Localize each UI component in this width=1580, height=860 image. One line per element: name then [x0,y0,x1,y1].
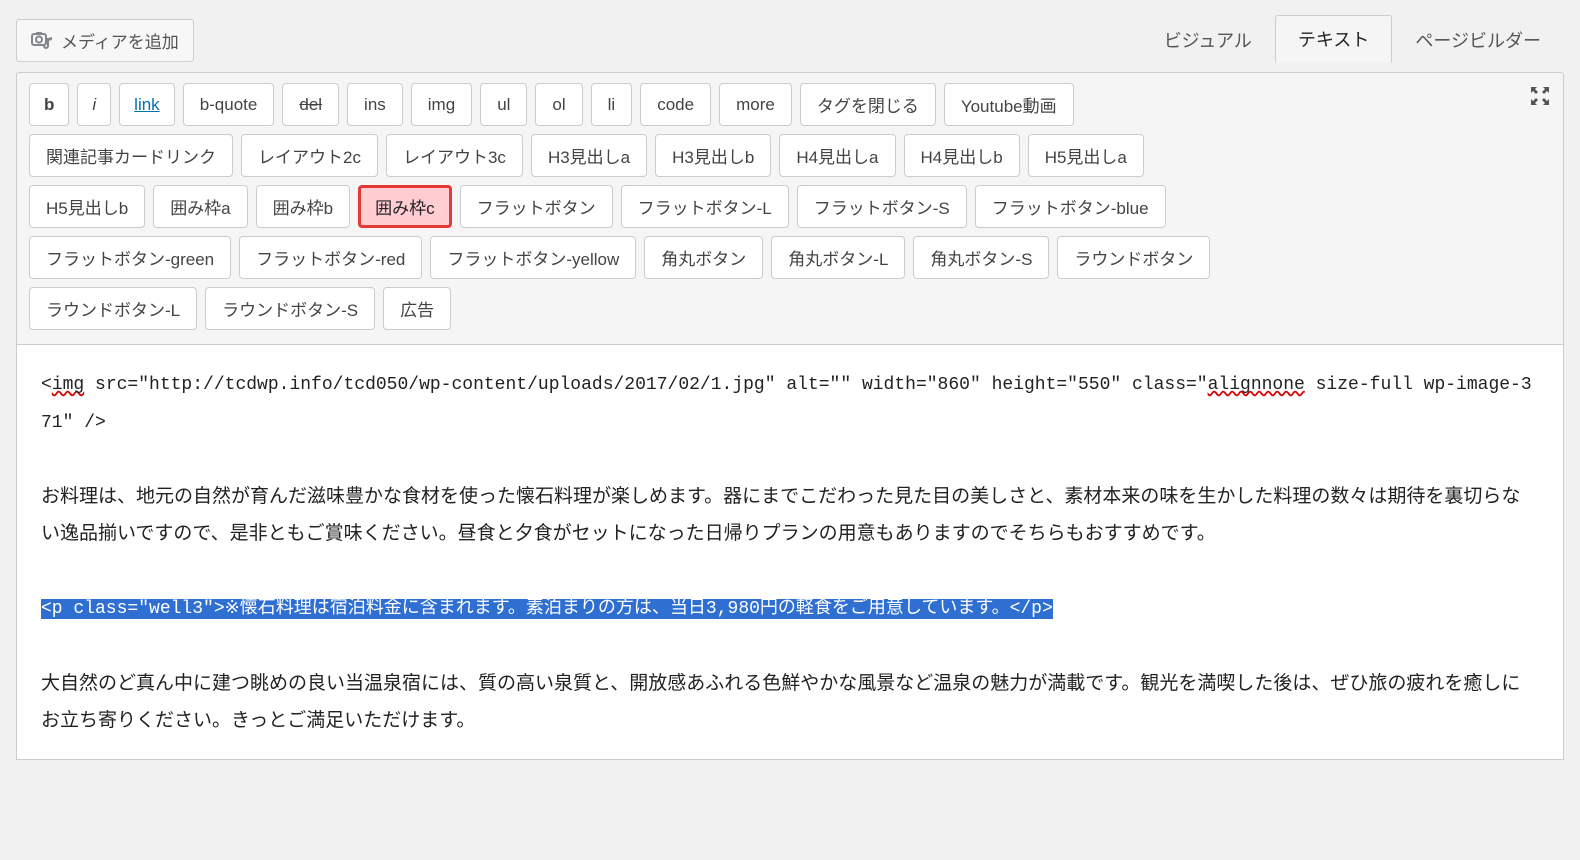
quicktags-row-4: フラットボタン-green フラットボタン-red フラットボタン-yellow… [29,236,1551,279]
qt-related-card-link[interactable]: 関連記事カードリンク [29,134,233,177]
qt-ul[interactable]: ul [480,83,527,126]
code-fragment: <img src="http://tcdwp.info/tcd050/wp-co… [41,375,1532,433]
qt-layout-3c[interactable]: レイアウト3c [386,134,523,177]
quicktags-row-3: H5見出しb 囲み枠a 囲み枠b 囲み枠c フラットボタン フラットボタン-L … [29,185,1551,228]
qt-layout-2c[interactable]: レイアウト2c [241,134,378,177]
tab-visual[interactable]: ビジュアル [1141,16,1275,63]
qt-h3a[interactable]: H3見出しa [531,134,647,177]
qt-h5b[interactable]: H5見出しb [29,185,145,228]
qt-h5a[interactable]: H5見出しa [1028,134,1144,177]
editor-paragraph: お料理は、地元の自然が育んだ滋味豊かな食材を使った懐石料理が楽しめます。器にまで… [41,486,1520,544]
qt-ol[interactable]: ol [535,83,582,126]
qt-box-a[interactable]: 囲み枠a [153,185,247,228]
qt-flat-btn-blue[interactable]: フラットボタン-blue [975,185,1166,228]
spell-error: alignnone [1208,375,1305,395]
qt-flat-btn-green[interactable]: フラットボタン-green [29,236,231,279]
qt-pill-btn[interactable]: ラウンドボタン [1057,236,1210,279]
qt-pill-btn-l[interactable]: ラウンドボタン-L [29,287,197,330]
qt-code[interactable]: code [640,83,711,126]
tab-pagebuilder[interactable]: ページビルダー [1392,16,1564,63]
editor-paragraph: 大自然のど真ん中に建つ眺めの良い当温泉宿には、質の高い泉質と、開放感あふれる色鮮… [41,673,1520,731]
qt-round-btn-s[interactable]: 角丸ボタン-S [913,236,1049,279]
add-media-button[interactable]: メディアを追加 [16,19,194,62]
qt-flat-btn-l[interactable]: フラットボタン-L [621,185,789,228]
qt-close-tags[interactable]: タグを閉じる [800,83,936,126]
qt-i[interactable]: i [77,83,111,126]
quicktags-row-2: 関連記事カードリンク レイアウト2c レイアウト3c H3見出しa H3見出しb… [29,134,1551,177]
camera-music-icon [31,31,53,51]
qt-ins[interactable]: ins [347,83,403,126]
qt-pill-btn-s[interactable]: ラウンドボタン-S [205,287,375,330]
editor-tabs: ビジュアル テキスト ページビルダー [1141,14,1564,62]
qt-h3b[interactable]: H3見出しb [655,134,771,177]
editor-selection: <p class="well3">※懐石料理は宿泊料金に含まれます。素泊まりの方… [41,599,1053,619]
qt-b-quote[interactable]: b-quote [183,83,275,126]
qt-h4a[interactable]: H4見出しa [779,134,895,177]
qt-round-btn-l[interactable]: 角丸ボタン-L [771,236,905,279]
qt-del[interactable]: del [282,83,339,126]
qt-youtube[interactable]: Youtube動画 [944,83,1074,126]
quicktags-toolbar: b i link b-quote del ins img ul ol li co… [16,72,1564,345]
qt-ad[interactable]: 広告 [383,287,451,330]
add-media-label: メディアを追加 [61,28,179,53]
qt-flat-btn-red[interactable]: フラットボタン-red [239,236,422,279]
content-textarea[interactable]: <img src="http://tcdwp.info/tcd050/wp-co… [16,345,1564,760]
quicktags-row-5: ラウンドボタン-L ラウンドボタン-S 広告 [29,287,1551,330]
quicktags-row-1: b i link b-quote del ins img ul ol li co… [29,83,1551,126]
qt-box-b[interactable]: 囲み枠b [256,185,350,228]
qt-li[interactable]: li [591,83,633,126]
tab-text[interactable]: テキスト [1275,15,1392,63]
fullscreen-icon[interactable] [1529,85,1551,110]
qt-h4b[interactable]: H4見出しb [904,134,1020,177]
qt-flat-btn-yellow[interactable]: フラットボタン-yellow [430,236,636,279]
qt-flat-btn[interactable]: フラットボタン [460,185,613,228]
qt-more[interactable]: more [719,83,792,126]
editor-top-row: メディアを追加 ビジュアル テキスト ページビルダー [16,14,1564,62]
qt-round-btn[interactable]: 角丸ボタン [644,236,763,279]
qt-box-c[interactable]: 囲み枠c [358,185,452,228]
qt-img[interactable]: img [411,83,472,126]
qt-link[interactable]: link [119,83,175,126]
spell-error: img [52,375,84,395]
editor-panel: メディアを追加 ビジュアル テキスト ページビルダー b i link b-qu… [0,0,1580,760]
qt-flat-btn-s[interactable]: フラットボタン-S [797,185,967,228]
qt-b[interactable]: b [29,83,69,126]
